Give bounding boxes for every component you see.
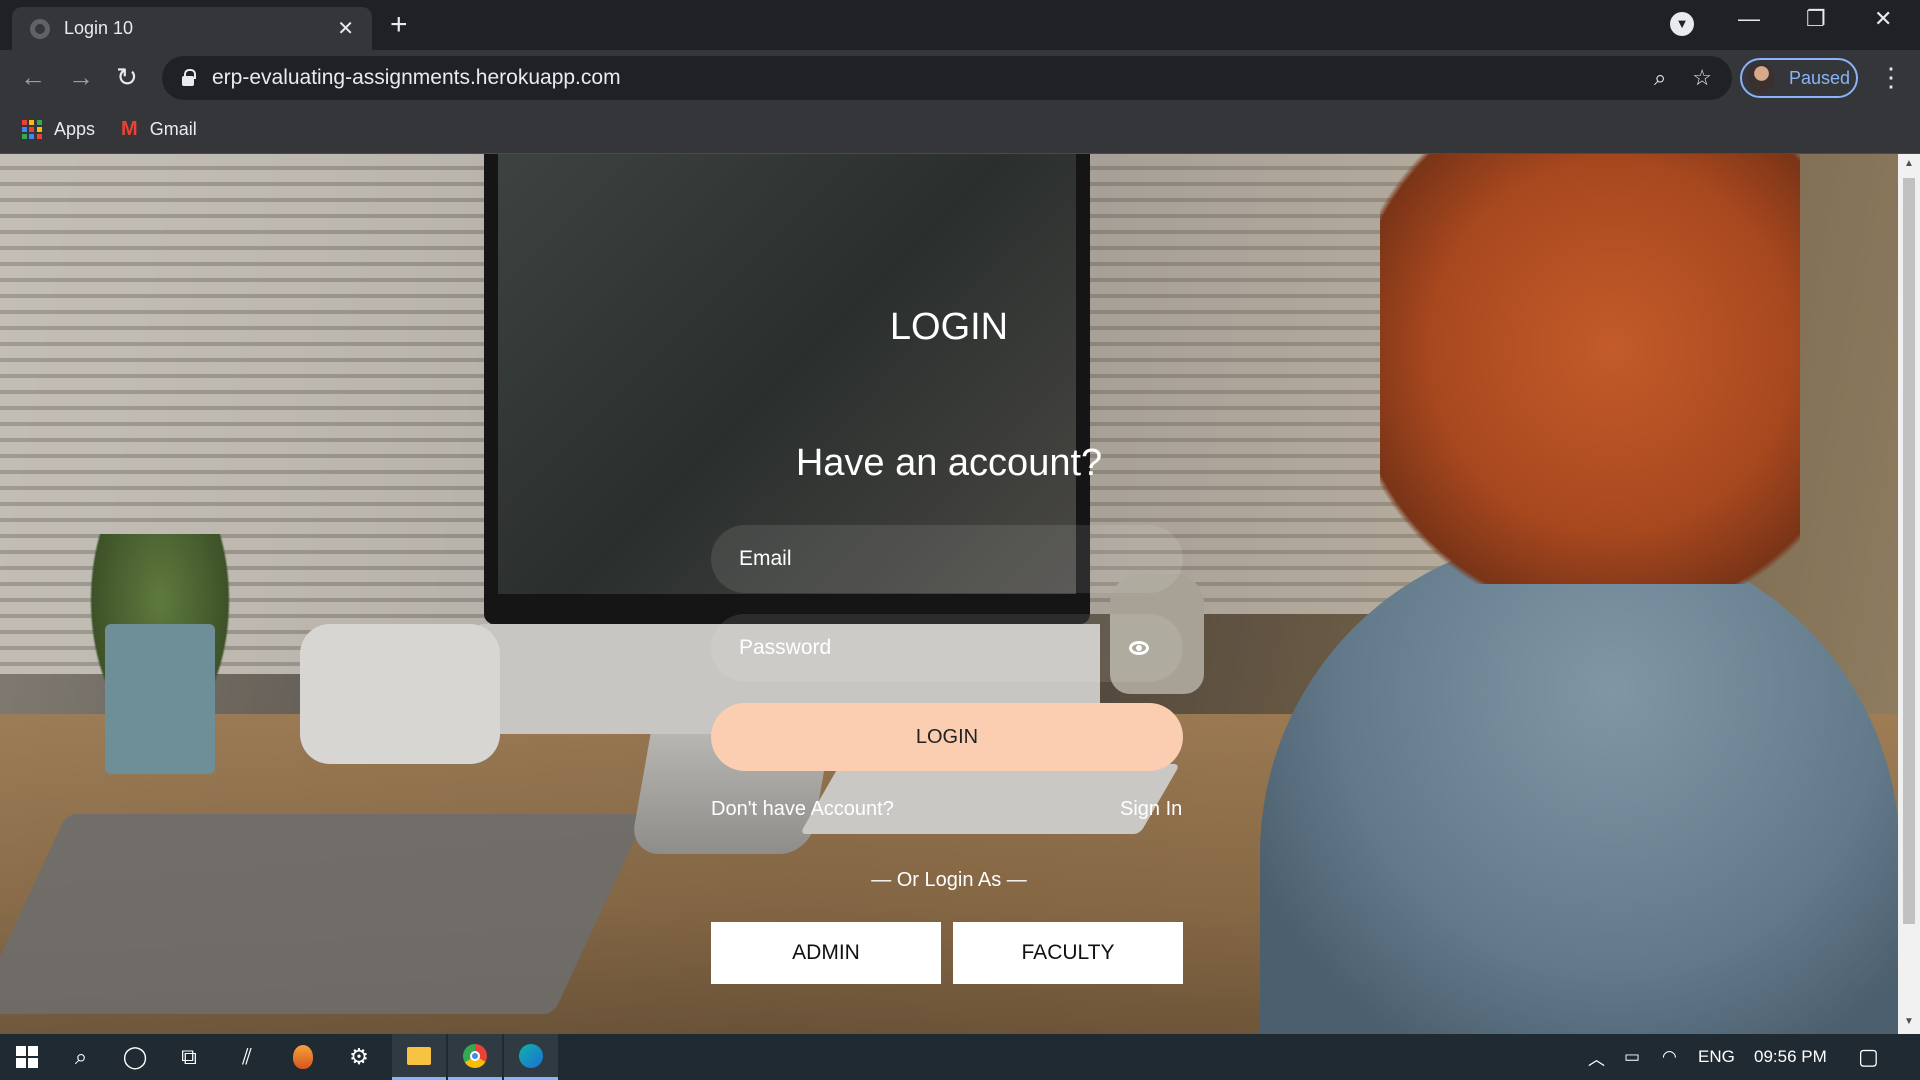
login-form: LOGIN Have an account? Email Password LO… (0, 154, 1898, 1034)
scroll-thumb[interactable] (1903, 178, 1915, 924)
no-account-text: Don't have Account? (711, 798, 894, 820)
sign-in-link[interactable]: Sign In (1120, 798, 1182, 821)
tab-title: Login 10 (64, 18, 134, 38)
page-title: LOGIN (889, 306, 1009, 348)
back-icon[interactable]: ← (20, 62, 46, 92)
task-view-icon[interactable]: ⧉ (162, 1034, 216, 1080)
close-tab-icon[interactable]: ✕ (337, 16, 354, 41)
page-scrollbar[interactable]: ▲ ▼ (1898, 154, 1920, 1034)
gmail-icon: M (121, 118, 138, 140)
chrome-taskbar-item[interactable] (448, 1034, 502, 1080)
notifications-icon[interactable]: ▢ (1858, 1034, 1879, 1080)
bookmark-star-icon[interactable]: ☆ (1692, 65, 1712, 91)
login-button[interactable]: LOGIN (711, 703, 1183, 771)
app-slash-icon[interactable]: ⫽ (220, 1034, 274, 1080)
profile-button[interactable]: Paused (1740, 58, 1858, 98)
reload-icon[interactable]: ↻ (116, 62, 138, 92)
url-text[interactable]: erp-evaluating-assignments.herokuapp.com (212, 66, 1628, 90)
windows-icon (16, 1046, 38, 1068)
tab-search-icon[interactable]: ▼ (1670, 12, 1694, 36)
page-subtitle: Have an account? (795, 442, 1103, 484)
start-button[interactable] (0, 1034, 54, 1080)
zoom-icon[interactable]: ⌕ (1654, 65, 1666, 91)
language-indicator[interactable]: ENG (1698, 1034, 1735, 1080)
search-icon[interactable]: ⌕ (54, 1034, 108, 1080)
password-placeholder[interactable]: Password (739, 636, 1129, 660)
admin-button[interactable]: ADMIN (711, 922, 941, 984)
fruit-app-icon (293, 1045, 313, 1069)
browser-tab-bar: Login 10 ✕ + ▼ — ❐ ✕ (0, 0, 1920, 50)
close-window-icon[interactable]: ✕ (1874, 6, 1892, 32)
minimize-icon[interactable]: — (1738, 6, 1760, 32)
apps-grid-icon (22, 119, 42, 140)
folder-icon (407, 1046, 431, 1065)
bookmark-label: Apps (54, 119, 96, 139)
or-login-as-divider: — Or Login As — (871, 869, 1027, 891)
password-field[interactable]: Password (711, 614, 1183, 682)
forward-icon[interactable]: → (68, 62, 94, 92)
settings-gear-icon[interactable]: ⚙ (332, 1034, 386, 1080)
fruit-app-item[interactable] (276, 1034, 330, 1080)
show-hidden-icons-icon[interactable]: ︿ (1588, 1034, 1605, 1080)
bookmark-label: Gmail (149, 119, 197, 139)
scroll-down-icon[interactable]: ▼ (1904, 1016, 1914, 1027)
scroll-up-icon[interactable]: ▲ (1904, 158, 1914, 169)
bookmark-apps[interactable]: Apps (22, 119, 95, 140)
clock[interactable]: 09:56 PM (1754, 1034, 1827, 1080)
browser-toolbar: ← → ↻ erp-evaluating-assignments.herokua… (0, 50, 1920, 106)
new-tab-icon[interactable]: + (390, 10, 408, 40)
chrome-icon (463, 1043, 487, 1068)
eye-icon[interactable] (1129, 641, 1149, 655)
profile-status: Paused (1788, 67, 1850, 88)
edge-icon (519, 1043, 543, 1068)
browser-tab[interactable]: Login 10 ✕ (12, 7, 372, 50)
bookmarks-bar: Apps M Gmail (0, 106, 1920, 154)
edge-taskbar-item[interactable] (504, 1034, 558, 1080)
restore-icon[interactable]: ❐ (1806, 6, 1826, 32)
email-placeholder[interactable]: Email (739, 547, 1155, 571)
menu-icon[interactable]: ⋮ (1878, 62, 1904, 93)
wifi-icon[interactable]: ◠ (1662, 1034, 1677, 1080)
avatar (1748, 63, 1775, 93)
file-explorer-item[interactable] (392, 1034, 446, 1080)
bookmark-gmail[interactable]: M Gmail (121, 118, 197, 141)
globe-icon (30, 18, 50, 39)
lock-icon[interactable] (182, 69, 196, 86)
faculty-button[interactable]: FACULTY (953, 922, 1183, 984)
email-field[interactable]: Email (711, 525, 1183, 593)
battery-icon[interactable]: ▭ (1624, 1034, 1640, 1080)
windows-taskbar: ⌕ ◯ ⧉ ⫽ ⚙ ︿ ▭ ◠ ENG 09:56 PM ▢ (0, 1034, 1920, 1080)
address-bar[interactable]: erp-evaluating-assignments.herokuapp.com… (162, 56, 1732, 100)
cortana-icon[interactable]: ◯ (108, 1034, 162, 1080)
page-viewport: LOGIN Have an account? Email Password LO… (0, 154, 1898, 1034)
